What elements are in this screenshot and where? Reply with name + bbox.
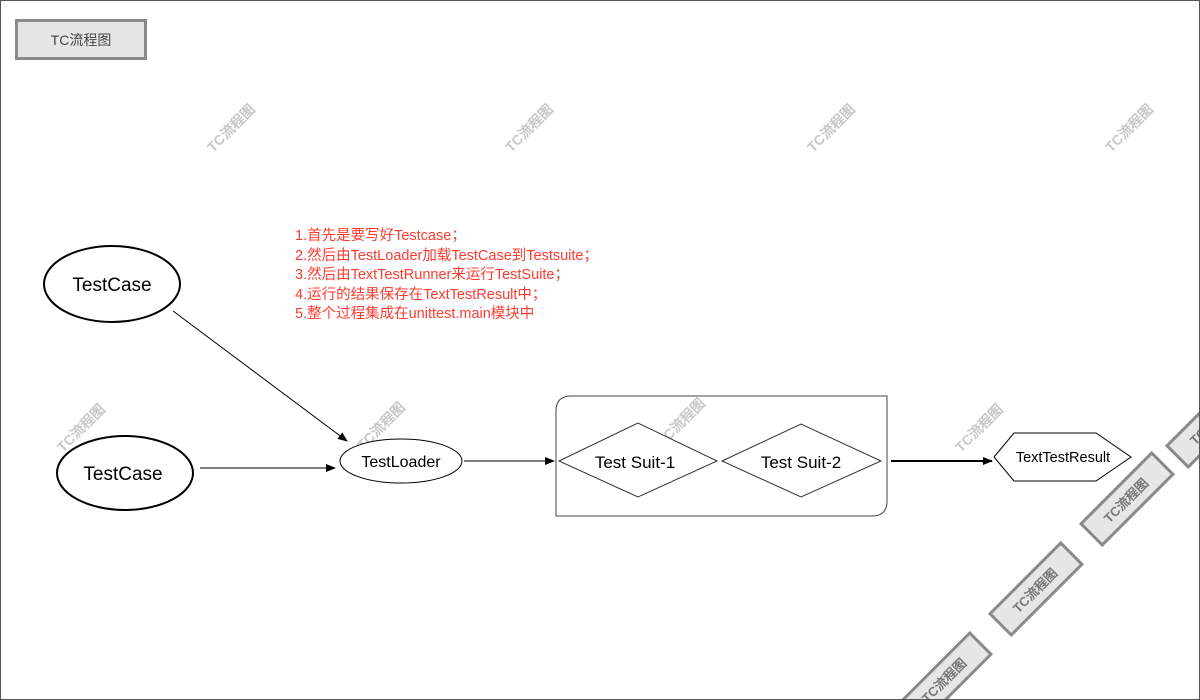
notes-annotation: 1.首先是要写好Testcase； 2.然后由TestLoader加载TestC…	[295, 227, 598, 325]
watermark: TC流程图	[952, 401, 1006, 455]
node-textTestResult[interactable]: TextTestResult	[993, 432, 1132, 482]
watermark: TC流程图	[502, 101, 556, 155]
note-line: 2.然后由TestLoader加载TestCase到Testsuite；	[295, 247, 598, 264]
node-label: TestCase	[83, 464, 162, 485]
node-label: TextTestResult	[1016, 450, 1110, 466]
watermark: TC流程图	[1102, 101, 1156, 155]
note-line: 5.整个过程集成在unittest.main模块中	[295, 306, 535, 322]
node-label: Test Suit-2	[761, 453, 841, 472]
watermark: TC流程图	[804, 101, 858, 155]
node-label: TestCase	[72, 275, 151, 296]
node-testcase-2[interactable]: TestCase	[56, 435, 194, 511]
flowchart: TC流程图 TC流程图 TC流程图 TC流程图 TC流程图 TC流程图 TC流程…	[43, 101, 1199, 699]
note-line: 3.然后由TextTestRunner来运行TestSuite；	[295, 267, 569, 283]
node-suite-1[interactable]: Test Suit-1	[557, 422, 719, 498]
stamps: TC流程图 TC流程图 TC流程图 TC流程图	[896, 372, 1199, 699]
note-line: 1.首先是要写好Testcase；	[295, 228, 466, 244]
node-suite-2[interactable]: Test Suit-2	[720, 423, 883, 498]
diagram-canvas: TC流程图 TC流程图 TC流程图 TC流程图 TC流程图 TC流程图 TC流程…	[0, 0, 1200, 700]
node-testcase-1[interactable]: TestCase	[43, 245, 181, 323]
note-line: 4.运行的结果保存在TextTestResult中；	[295, 286, 547, 303]
node-testloader[interactable]: TestLoader	[339, 438, 463, 484]
edge-testcase1-loader	[172, 310, 348, 442]
node-label: TestLoader	[361, 454, 441, 471]
node-label: Test Suit-1	[595, 453, 675, 472]
watermark: TC流程图	[204, 101, 258, 155]
watermarks: TC流程图 TC流程图 TC流程图 TC流程图 TC流程图 TC流程图 TC流程…	[54, 101, 1156, 455]
